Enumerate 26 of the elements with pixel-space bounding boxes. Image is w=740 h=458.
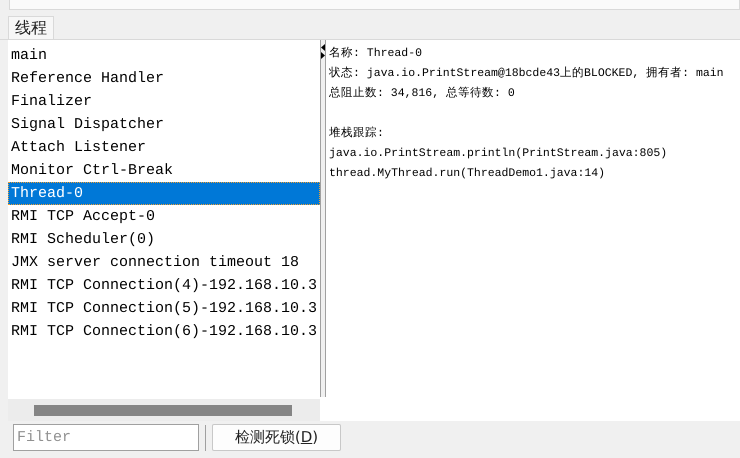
right-arrow-icon[interactable] xyxy=(321,52,325,59)
thread-item[interactable]: Monitor Ctrl-Break xyxy=(8,159,320,182)
scrollbar-thumb[interactable] xyxy=(34,404,292,416)
stack-frame: java.io.PrintStream.println(PrintStream.java:805) xyxy=(329,144,740,164)
horizontal-scrollbar[interactable] xyxy=(8,399,320,421)
detail-text: 名称: Thread-0 xyxy=(329,46,424,62)
tab[interactable]: 线程 xyxy=(8,16,54,39)
thread-item[interactable]: Finalizer xyxy=(8,90,320,113)
thread-item[interactable]: main xyxy=(8,44,320,67)
filter-field[interactable]: Filter xyxy=(13,424,199,451)
thread-item[interactable]: RMI TCP Connection(4)-192.168.10.3 xyxy=(8,274,320,297)
thread-item[interactable]: JMX server connection timeout 18 xyxy=(8,251,320,274)
detail-text: 总阻止数: 34,816, 总等待数: 0 xyxy=(329,86,516,102)
detail-text: 状态: java.io.PrintStream@18bcde43上的BLOCKED, 拥有者: main xyxy=(329,66,725,82)
thread-item[interactable]: RMI TCP Connection(6)-192.168.10.3 xyxy=(8,320,320,343)
thread-item[interactable]: RMI TCP Accept-0 xyxy=(8,205,320,228)
left-arrow-icon[interactable] xyxy=(321,44,325,51)
thread-item[interactable]: Reference Handler xyxy=(8,67,320,90)
stack-frame: thread.MyThread.run(ThreadDemo1.java:14) xyxy=(329,164,740,184)
thread-item[interactable]: Thread-0 xyxy=(8,182,320,205)
thread-item[interactable]: Attach Listener xyxy=(8,136,320,159)
thread-item[interactable]: RMI Scheduler(0) xyxy=(8,228,320,251)
detect-deadlock-button[interactable]: 检测死锁(D) xyxy=(212,424,341,451)
thread-item[interactable]: Signal Dispatcher xyxy=(8,113,320,136)
stack-trace-title: 堆栈跟踪: xyxy=(329,126,385,142)
thread-item[interactable]: RMI TCP Connection(5)-192.168.10.3 xyxy=(8,297,320,320)
